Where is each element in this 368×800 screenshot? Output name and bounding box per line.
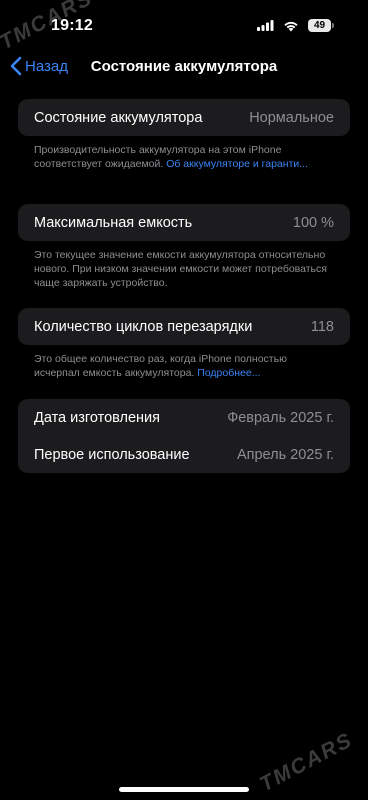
battery-health-row: Состояние аккумулятора Нормальное (18, 99, 350, 136)
first-use-row: Первое использование Апрель 2025 г. (18, 436, 350, 473)
learn-more-link[interactable]: Подробнее... (197, 367, 260, 379)
navigation-bar: Назад Состояние аккумулятора (0, 52, 368, 82)
manufacture-date-label: Дата изготовления (34, 409, 160, 426)
wifi-icon (283, 20, 299, 32)
manufacture-date-row: Дата изготовления Февраль 2025 г. (18, 399, 350, 436)
first-use-value: Апрель 2025 г. (236, 446, 334, 463)
first-use-label: Первое использование (34, 446, 190, 463)
battery-health-group: Состояние аккумулятора Нормальное (18, 99, 350, 136)
battery-icon: 49 (308, 19, 334, 32)
battery-health-footer: Производительность аккумулятора на этом … (34, 143, 334, 171)
battery-warranty-link[interactable]: Об аккумуляторе и гаранти... (166, 158, 308, 170)
page-title: Состояние аккумулятора (90, 58, 278, 75)
max-capacity-footer: Это текущее значение емкости аккумулятор… (34, 249, 327, 289)
cycle-count-group: Количество циклов перезарядки 118 (18, 308, 350, 345)
max-capacity-row: Максимальная емкость 100 % (18, 204, 350, 241)
cycle-count-value: 118 (310, 318, 334, 335)
dates-group: Дата изготовления Февраль 2025 г. Первое… (18, 399, 350, 473)
max-capacity-label: Максимальная емкость (34, 214, 193, 231)
home-indicator[interactable] (119, 787, 249, 792)
max-capacity-group: Максимальная емкость 100 % (18, 204, 350, 241)
cycle-count-footer: Это общее количество раз, когда iPhone п… (34, 352, 334, 380)
status-icons: 49 (257, 19, 334, 32)
cycle-count-row: Количество циклов перезарядки 118 (18, 308, 350, 345)
battery-health-value: Нормальное (249, 109, 334, 126)
battery-health-label: Состояние аккумулятора (34, 109, 203, 126)
max-capacity-value: 100 % (292, 214, 334, 231)
status-bar: 19:12 49 (0, 0, 368, 46)
cellular-signal-icon (257, 20, 274, 31)
battery-level: 49 (308, 19, 331, 32)
watermark-bottom: TMCARS (256, 728, 357, 797)
cycle-count-label: Количество циклов перезарядки (34, 318, 253, 335)
manufacture-date-value: Февраль 2025 г. (227, 409, 334, 426)
status-time: 19:12 (51, 17, 93, 34)
